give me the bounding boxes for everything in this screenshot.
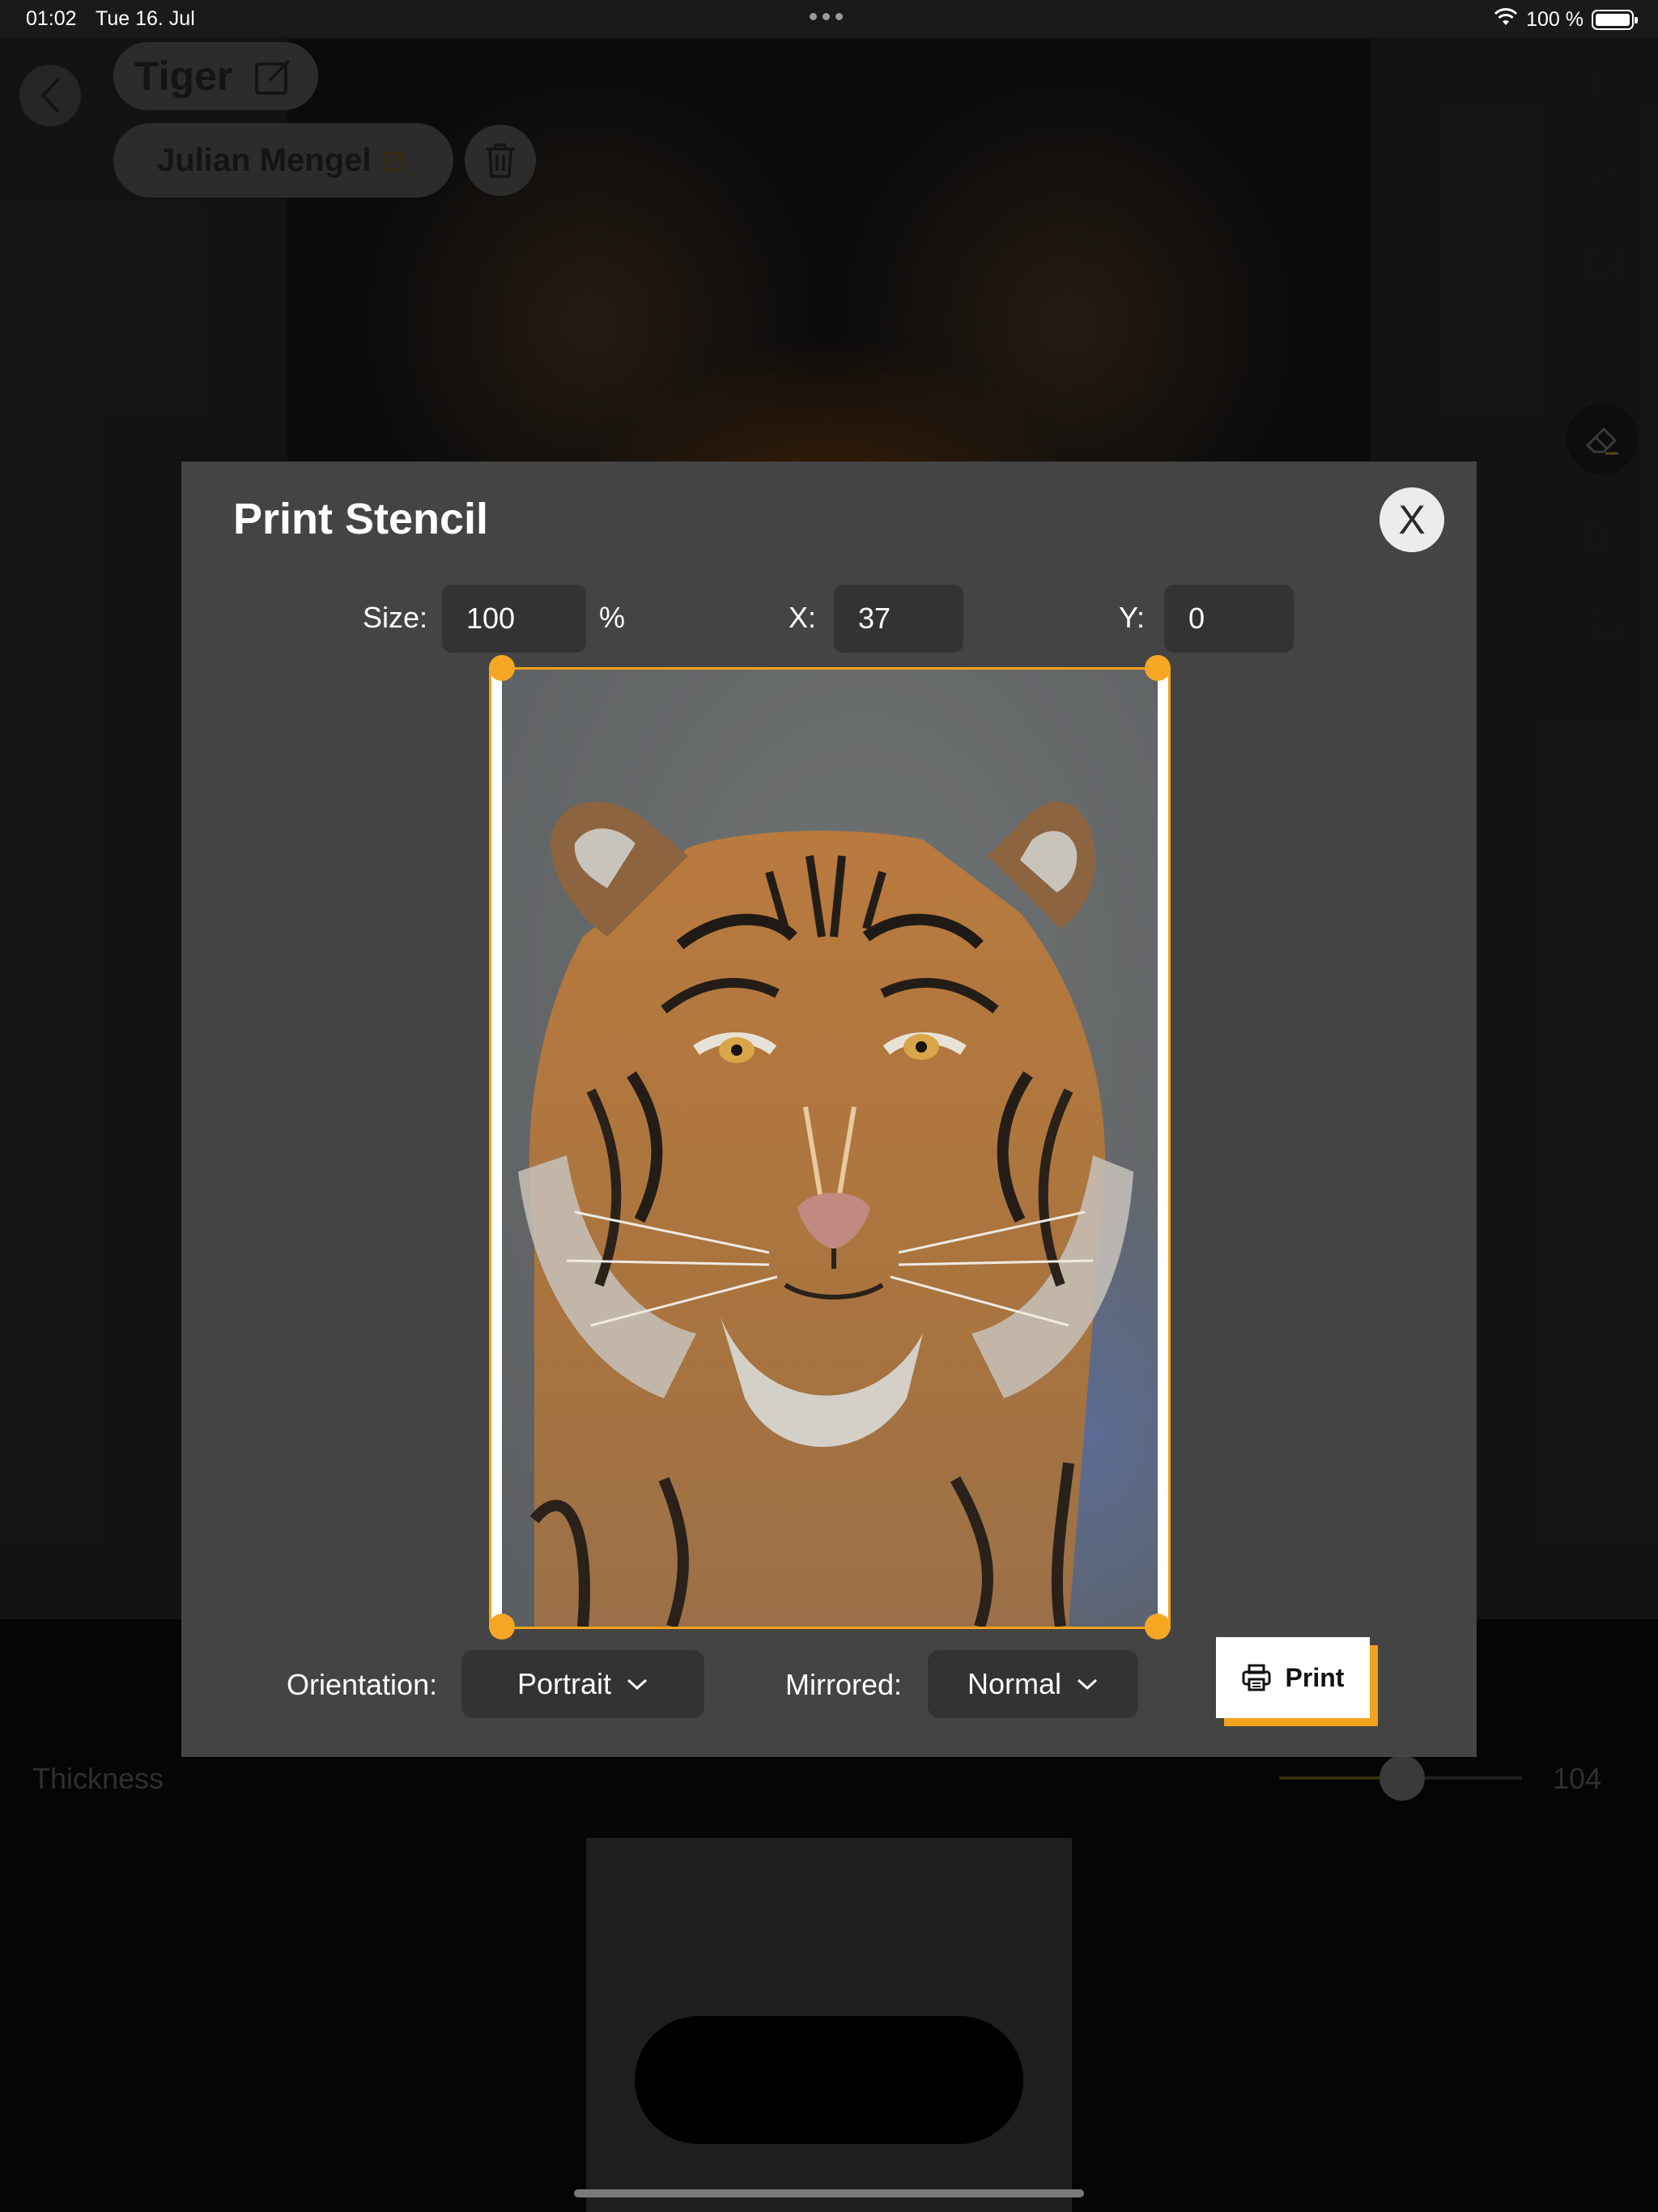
edit-artist-icon[interactable]: [383, 148, 407, 172]
artist-name: Julian Mengel: [157, 142, 372, 178]
resize-handle-bottom-right[interactable]: [1145, 1614, 1171, 1640]
y-label: Y:: [1119, 601, 1146, 634]
thickness-label: Thickness: [32, 1762, 164, 1795]
orientation-value: Portrait: [517, 1667, 612, 1700]
thickness-slider-thumb[interactable]: [1380, 1755, 1425, 1801]
print-stencil-dialog: Print Stencil X Size: 100 % X: 37 Y: 0 O…: [181, 462, 1477, 1757]
pen-tool-button[interactable]: [1567, 316, 1638, 387]
rotate-left-button[interactable]: [1567, 589, 1638, 661]
stencil-preview-image: [502, 670, 1158, 1627]
thickness-value: 104: [1553, 1762, 1602, 1795]
resize-handle-top-right[interactable]: [1145, 655, 1171, 681]
home-indicator[interactable]: [574, 2189, 1084, 2197]
trash-icon: [487, 143, 514, 178]
eraser-tool-button[interactable]: [1567, 403, 1638, 474]
size-unit: %: [599, 601, 626, 634]
chevron-down-icon: [627, 1678, 648, 1691]
hand-icon: [1588, 74, 1615, 108]
dialog-title: Print Stencil: [233, 495, 489, 543]
rotate-right-button[interactable]: [1567, 496, 1638, 567]
x-input[interactable]: 37: [834, 585, 963, 653]
resize-handle-bottom-left[interactable]: [489, 1614, 515, 1640]
delete-button[interactable]: [465, 125, 536, 196]
chevron-left-icon: [40, 79, 59, 113]
print-button[interactable]: Print: [1216, 1637, 1370, 1718]
stencil-title: Tiger: [134, 53, 233, 99]
lasso-tool-button[interactable]: [1567, 143, 1638, 214]
battery-percent: 100 %: [1526, 8, 1584, 31]
mirrored-dropdown[interactable]: Normal: [928, 1650, 1138, 1718]
print-label: Print: [1285, 1662, 1345, 1692]
close-button[interactable]: X: [1380, 487, 1444, 552]
status-time: 01:02: [26, 7, 77, 30]
rotate-left-icon: [1584, 612, 1618, 641]
back-button[interactable]: [19, 65, 81, 126]
lasso-icon: [1587, 164, 1618, 193]
title-pill[interactable]: Tiger: [113, 42, 319, 110]
stencil-preview-frame[interactable]: [489, 655, 1171, 1640]
orientation-dropdown[interactable]: Portrait: [461, 1650, 704, 1718]
rotate-right-icon: [1586, 518, 1620, 547]
size-label: Size:: [363, 601, 428, 634]
resize-tool-button[interactable]: [1567, 228, 1638, 300]
chevron-down-icon: [1077, 1678, 1098, 1691]
orientation-label: Orientation:: [287, 1668, 438, 1701]
eraser-icon: [1585, 427, 1618, 455]
resize-handle-top-left[interactable]: [489, 655, 515, 681]
hand-tool-button[interactable]: [1567, 55, 1638, 126]
resize-icon: [1587, 249, 1618, 279]
battery-icon: [1592, 10, 1638, 30]
multitasking-dots-icon[interactable]: [810, 13, 843, 20]
y-input[interactable]: 0: [1164, 585, 1294, 653]
pen-icon: [1588, 336, 1618, 365]
brush-preview-stroke: [635, 2016, 1023, 2144]
status-right: 100 %: [1494, 7, 1638, 32]
size-input[interactable]: 100: [442, 585, 586, 653]
mirrored-label: Mirrored:: [785, 1668, 903, 1701]
status-date: Tue 16. Jul: [96, 7, 195, 30]
mirrored-value: Normal: [967, 1667, 1061, 1700]
wifi-icon: [1494, 7, 1518, 32]
artist-pill[interactable]: Julian Mengel: [113, 123, 453, 198]
x-label: X:: [789, 601, 817, 634]
status-bar: 01:02 Tue 16. Jul 100 %: [0, 0, 1658, 37]
printer-icon: [1242, 1664, 1271, 1691]
edit-icon[interactable]: [253, 56, 294, 96]
